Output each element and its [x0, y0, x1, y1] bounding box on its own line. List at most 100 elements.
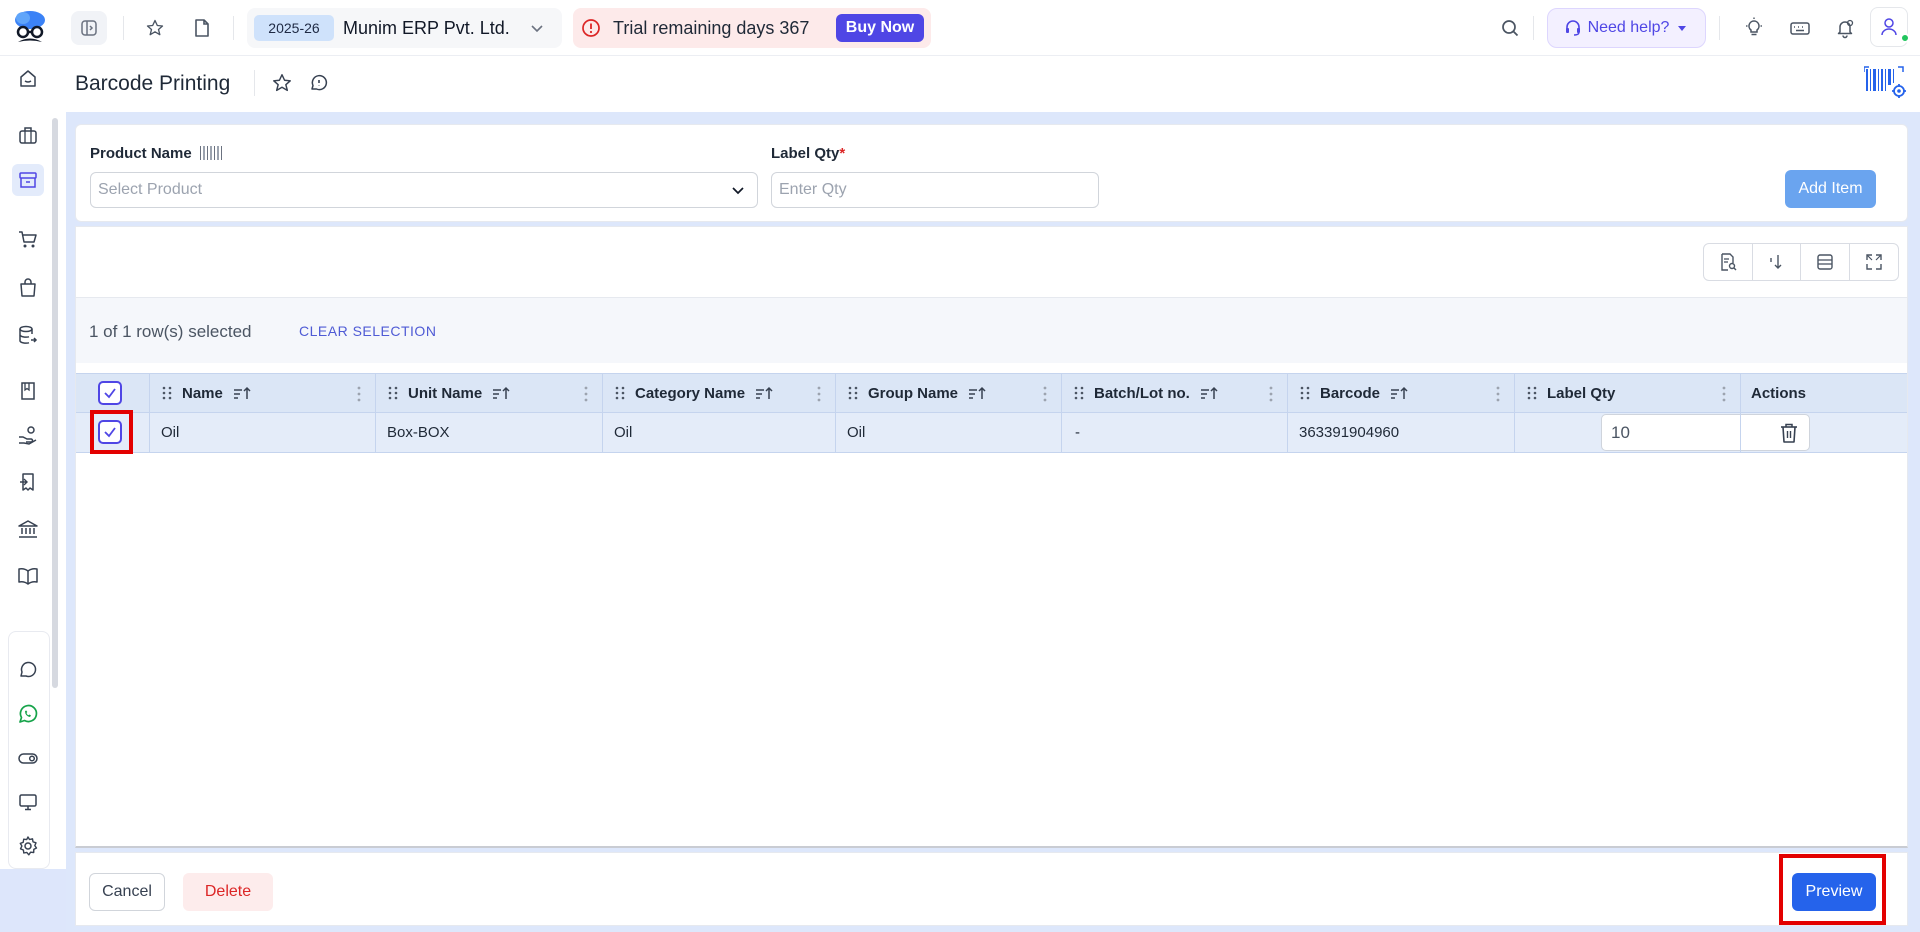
divider: [233, 16, 234, 40]
hand-coins-icon[interactable]: [12, 419, 44, 451]
cancel-button[interactable]: Cancel: [89, 873, 165, 911]
munim-logo-icon[interactable]: [12, 8, 48, 48]
monitor-icon[interactable]: [12, 786, 44, 818]
add-item-button[interactable]: Add Item: [1785, 170, 1876, 208]
sort-icon[interactable]: [755, 386, 773, 400]
sidebar-footer-fill: [0, 869, 66, 932]
document-icon[interactable]: [190, 16, 214, 40]
trash-icon[interactable]: [1779, 422, 1799, 444]
shopping-bag-icon[interactable]: [12, 272, 44, 304]
database-export-icon[interactable]: [12, 319, 44, 351]
inventory-archive-icon[interactable]: [12, 164, 44, 196]
column-header-batch-lot-no[interactable]: Batch/Lot no.: [1061, 374, 1287, 412]
column-menu-icon[interactable]: [1269, 386, 1273, 402]
toggle-switch-icon[interactable]: [12, 742, 44, 774]
clear-selection-button[interactable]: CLEAR SELECTION: [299, 323, 436, 339]
sidebar-scrollbar[interactable]: [52, 118, 58, 688]
column-header-barcode[interactable]: Barcode: [1287, 374, 1514, 412]
product-select-placeholder: Select Product: [98, 181, 203, 198]
barcode-settings-icon[interactable]: [1864, 66, 1908, 100]
drag-handle-icon[interactable]: [162, 386, 172, 400]
keyboard-icon[interactable]: [1787, 16, 1813, 40]
fullscreen-icon[interactable]: [1850, 244, 1899, 280]
drag-handle-icon[interactable]: [1527, 386, 1537, 400]
action-footer: Cancel Delete Preview: [75, 852, 1908, 926]
table-header-row: Name Unit Name Category Name Group Name …: [76, 373, 1907, 413]
column-title: Name: [182, 384, 223, 402]
company-selector[interactable]: 2025-26 Munim ERP Pvt. Ltd.: [247, 8, 562, 48]
column-title: Batch/Lot no.: [1094, 384, 1190, 402]
sort-icon[interactable]: [968, 386, 986, 400]
column-menu-icon[interactable]: [357, 386, 361, 402]
chat-bubble-icon[interactable]: [12, 654, 44, 686]
column-menu-icon[interactable]: [1496, 386, 1500, 402]
column-header-category-name[interactable]: Category Name: [602, 374, 835, 412]
column-menu-icon[interactable]: [584, 386, 588, 402]
column-header-unit-name[interactable]: Unit Name: [375, 374, 602, 412]
drag-handle-icon[interactable]: [615, 386, 625, 400]
briefcase-icon[interactable]: [12, 119, 44, 151]
buy-now-button[interactable]: Buy Now: [836, 14, 924, 42]
company-name: Munim ERP Pvt. Ltd.: [343, 18, 510, 38]
column-title: Category Name: [635, 384, 746, 402]
column-title: Group Name: [868, 384, 959, 402]
top-bar: 2025-26 Munim ERP Pvt. Ltd. Trial remain…: [0, 0, 1920, 56]
column-title: Unit Name: [408, 384, 483, 402]
settings-gear-icon[interactable]: [12, 830, 44, 862]
column-header-label-qty[interactable]: Label Qty: [1514, 374, 1740, 412]
user-avatar[interactable]: [1870, 7, 1910, 47]
feedback-chat-icon[interactable]: [309, 73, 329, 93]
user-icon: [1879, 16, 1899, 38]
need-help-button[interactable]: Need help?: [1547, 8, 1706, 48]
headset-icon: [1564, 19, 1582, 37]
page-title: Barcode Printing: [75, 72, 231, 95]
drag-handle-icon[interactable]: [388, 386, 398, 400]
receipt-icon[interactable]: [12, 466, 44, 498]
column-menu-icon[interactable]: [817, 386, 821, 402]
sort-icon[interactable]: [1390, 386, 1408, 400]
lightbulb-icon[interactable]: [1741, 15, 1767, 41]
chevron-down-icon[interactable]: [527, 18, 547, 38]
sort-icon[interactable]: [233, 386, 251, 400]
drag-handle-icon[interactable]: [848, 386, 858, 400]
divider: [254, 70, 255, 96]
search-document-icon[interactable]: [1704, 244, 1753, 280]
online-status-dot: [1900, 33, 1910, 43]
row-density-icon[interactable]: [1801, 244, 1850, 280]
open-book-icon[interactable]: [12, 560, 44, 592]
sidebar-toggle-icon[interactable]: [71, 11, 107, 45]
delete-button[interactable]: Delete: [183, 873, 273, 911]
product-name-label: Product Name: [90, 145, 225, 162]
label-qty-label: Label Qty*: [771, 145, 846, 162]
whatsapp-icon[interactable]: [12, 698, 44, 730]
cell-barcode: 363391904960: [1299, 424, 1400, 441]
cart-icon[interactable]: [12, 223, 44, 255]
sort-order-icon[interactable]: [1753, 244, 1801, 280]
book-icon[interactable]: [12, 375, 44, 407]
bank-icon[interactable]: [12, 513, 44, 545]
home-icon[interactable]: [12, 63, 44, 95]
caret-down-icon: [1675, 21, 1689, 35]
chevron-down-icon: [729, 181, 747, 199]
column-header-name[interactable]: Name: [149, 374, 375, 412]
sort-icon[interactable]: [1200, 386, 1218, 400]
label-qty-input[interactable]: Enter Qty: [771, 172, 1099, 208]
column-header-group-name[interactable]: Group Name: [835, 374, 1061, 412]
sort-icon[interactable]: [492, 386, 510, 400]
table-row[interactable]: Oil Box-BOX Oil Oil - 363391904960 10: [76, 413, 1907, 453]
column-menu-icon[interactable]: [1722, 386, 1726, 402]
notification-bell-icon[interactable]: [1832, 16, 1858, 40]
search-icon[interactable]: [1498, 16, 1522, 40]
select-all-checkbox[interactable]: [98, 381, 122, 405]
drag-handle-icon[interactable]: [1300, 386, 1310, 400]
barcode-icon[interactable]: [199, 145, 225, 161]
add-product-form: Product Name Select Product Label Qty* E…: [75, 124, 1908, 222]
alert-circle-icon: [581, 18, 601, 38]
column-menu-icon[interactable]: [1043, 386, 1047, 402]
favorite-star-icon[interactable]: [271, 72, 293, 94]
financial-year-badge[interactable]: 2025-26: [254, 15, 334, 41]
product-select[interactable]: Select Product: [90, 172, 758, 208]
column-title: Label Qty: [1547, 384, 1616, 402]
drag-handle-icon[interactable]: [1074, 386, 1084, 400]
star-icon[interactable]: [143, 16, 167, 40]
